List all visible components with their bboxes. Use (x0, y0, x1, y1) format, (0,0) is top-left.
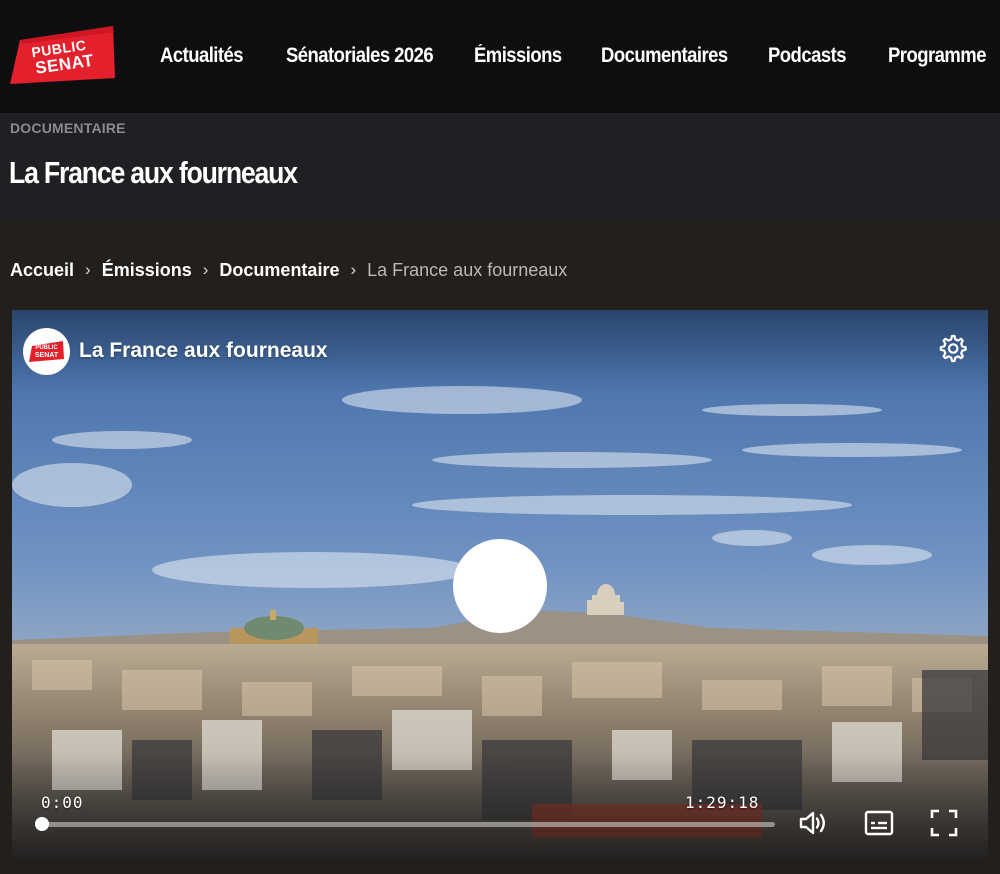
category-label[interactable]: DOCUMENTAIRE (10, 120, 126, 136)
breadcrumb-documentaire[interactable]: Documentaire (219, 260, 339, 281)
breadcrumb-emissions[interactable]: Émissions (102, 260, 192, 281)
mini-logo-line-2: SENAT (34, 351, 59, 359)
nav-emissions[interactable]: Émissions (474, 44, 562, 68)
fullscreen-icon[interactable] (927, 806, 961, 840)
breadcrumb-separator: › (85, 260, 91, 279)
nav-senatoriales-2026[interactable]: Sénatoriales 2026 (286, 44, 434, 68)
progress-scrubber-handle[interactable] (35, 817, 49, 831)
mini-logo-line-1: PUBLIC (35, 344, 58, 351)
breadcrumb-separator: › (350, 260, 357, 279)
breadcrumb-current: La France aux fourneaux (367, 259, 568, 280)
mini-logo-text: PUBLIC SENAT (29, 341, 64, 362)
breadcrumb-accueil[interactable]: Accueil (10, 260, 74, 281)
current-time: 0:00 (41, 793, 84, 812)
player-video-title: La France aux fourneaux (79, 339, 328, 362)
player-channel-logo: PUBLIC SENAT (23, 328, 70, 375)
total-duration: 1:29:18 (685, 793, 760, 812)
page-title: La France aux fourneaux (9, 155, 298, 190)
nav-podcasts[interactable]: Podcasts (768, 44, 846, 68)
progress-bar[interactable] (42, 822, 775, 827)
top-navigation-bar: PUBLIC SENAT Actualités Sénatoriales 202… (0, 0, 1000, 113)
breadcrumb: Accueil › Émissions › Documentaire › La … (10, 258, 567, 282)
breadcrumb-separator: › (202, 260, 209, 279)
nav-documentaires[interactable]: Documentaires (601, 44, 728, 68)
logo-text: PUBLIC SENAT (10, 26, 115, 84)
nav-programme[interactable]: Programme (888, 44, 986, 68)
subtitles-icon[interactable] (862, 806, 896, 840)
video-player[interactable]: PUBLIC SENAT La France aux fourneaux 0:0… (12, 310, 988, 860)
volume-icon[interactable] (796, 806, 830, 840)
play-button[interactable] (453, 539, 547, 633)
nav-actualites[interactable]: Actualités (160, 44, 244, 68)
public-senat-logo[interactable]: PUBLIC SENAT (10, 26, 115, 84)
gear-icon[interactable] (936, 332, 968, 364)
